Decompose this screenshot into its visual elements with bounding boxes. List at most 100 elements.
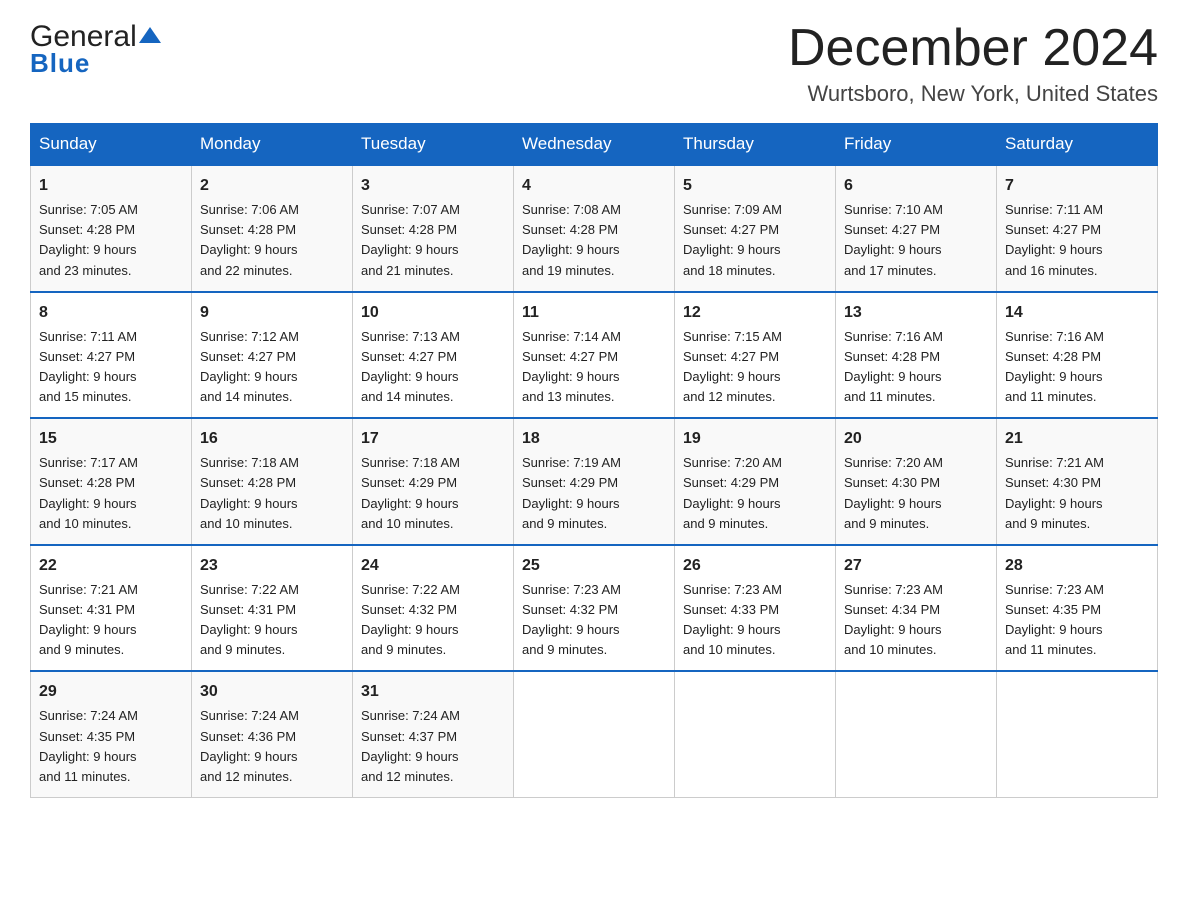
header-wednesday: Wednesday	[514, 124, 675, 166]
day-number: 18	[522, 427, 666, 451]
day-info: Sunrise: 7:23 AMSunset: 4:32 PMDaylight:…	[522, 580, 666, 661]
day-info: Sunrise: 7:22 AMSunset: 4:32 PMDaylight:…	[361, 580, 505, 661]
calendar-week-row-4: 22Sunrise: 7:21 AMSunset: 4:31 PMDayligh…	[31, 545, 1158, 672]
day-info: Sunrise: 7:09 AMSunset: 4:27 PMDaylight:…	[683, 200, 827, 281]
day-info: Sunrise: 7:24 AMSunset: 4:36 PMDaylight:…	[200, 706, 344, 787]
calendar-week-row-5: 29Sunrise: 7:24 AMSunset: 4:35 PMDayligh…	[31, 671, 1158, 797]
day-info: Sunrise: 7:24 AMSunset: 4:37 PMDaylight:…	[361, 706, 505, 787]
day-number: 14	[1005, 301, 1149, 325]
day-number: 8	[39, 301, 183, 325]
calendar-cell: 14Sunrise: 7:16 AMSunset: 4:28 PMDayligh…	[997, 292, 1158, 419]
header-thursday: Thursday	[675, 124, 836, 166]
day-info: Sunrise: 7:10 AMSunset: 4:27 PMDaylight:…	[844, 200, 988, 281]
calendar-cell: 16Sunrise: 7:18 AMSunset: 4:28 PMDayligh…	[192, 418, 353, 545]
day-info: Sunrise: 7:05 AMSunset: 4:28 PMDaylight:…	[39, 200, 183, 281]
calendar-cell	[514, 671, 675, 797]
calendar-cell: 10Sunrise: 7:13 AMSunset: 4:27 PMDayligh…	[353, 292, 514, 419]
calendar-cell: 7Sunrise: 7:11 AMSunset: 4:27 PMDaylight…	[997, 165, 1158, 292]
day-number: 13	[844, 301, 988, 325]
header-saturday: Saturday	[997, 124, 1158, 166]
calendar-cell: 27Sunrise: 7:23 AMSunset: 4:34 PMDayligh…	[836, 545, 997, 672]
calendar-cell: 29Sunrise: 7:24 AMSunset: 4:35 PMDayligh…	[31, 671, 192, 797]
month-title: December 2024	[788, 20, 1158, 77]
day-info: Sunrise: 7:23 AMSunset: 4:34 PMDaylight:…	[844, 580, 988, 661]
calendar-cell: 30Sunrise: 7:24 AMSunset: 4:36 PMDayligh…	[192, 671, 353, 797]
day-info: Sunrise: 7:16 AMSunset: 4:28 PMDaylight:…	[1005, 327, 1149, 408]
day-info: Sunrise: 7:22 AMSunset: 4:31 PMDaylight:…	[200, 580, 344, 661]
calendar-week-row-3: 15Sunrise: 7:17 AMSunset: 4:28 PMDayligh…	[31, 418, 1158, 545]
page: General Blue December 2024 Wurtsboro, Ne…	[0, 0, 1188, 828]
day-number: 30	[200, 680, 344, 704]
day-info: Sunrise: 7:23 AMSunset: 4:35 PMDaylight:…	[1005, 580, 1149, 661]
header: General Blue December 2024 Wurtsboro, Ne…	[30, 20, 1158, 107]
day-info: Sunrise: 7:21 AMSunset: 4:30 PMDaylight:…	[1005, 453, 1149, 534]
calendar-cell: 26Sunrise: 7:23 AMSunset: 4:33 PMDayligh…	[675, 545, 836, 672]
calendar-week-row-1: 1Sunrise: 7:05 AMSunset: 4:28 PMDaylight…	[31, 165, 1158, 292]
calendar-cell: 19Sunrise: 7:20 AMSunset: 4:29 PMDayligh…	[675, 418, 836, 545]
calendar-cell: 3Sunrise: 7:07 AMSunset: 4:28 PMDaylight…	[353, 165, 514, 292]
day-info: Sunrise: 7:24 AMSunset: 4:35 PMDaylight:…	[39, 706, 183, 787]
calendar-cell: 12Sunrise: 7:15 AMSunset: 4:27 PMDayligh…	[675, 292, 836, 419]
day-info: Sunrise: 7:19 AMSunset: 4:29 PMDaylight:…	[522, 453, 666, 534]
day-number: 6	[844, 174, 988, 198]
calendar-week-row-2: 8Sunrise: 7:11 AMSunset: 4:27 PMDaylight…	[31, 292, 1158, 419]
day-info: Sunrise: 7:11 AMSunset: 4:27 PMDaylight:…	[39, 327, 183, 408]
day-info: Sunrise: 7:13 AMSunset: 4:27 PMDaylight:…	[361, 327, 505, 408]
day-number: 20	[844, 427, 988, 451]
calendar-cell	[836, 671, 997, 797]
calendar-cell: 13Sunrise: 7:16 AMSunset: 4:28 PMDayligh…	[836, 292, 997, 419]
calendar-cell: 4Sunrise: 7:08 AMSunset: 4:28 PMDaylight…	[514, 165, 675, 292]
day-number: 24	[361, 554, 505, 578]
day-info: Sunrise: 7:11 AMSunset: 4:27 PMDaylight:…	[1005, 200, 1149, 281]
day-number: 7	[1005, 174, 1149, 198]
day-number: 21	[1005, 427, 1149, 451]
day-number: 2	[200, 174, 344, 198]
day-info: Sunrise: 7:23 AMSunset: 4:33 PMDaylight:…	[683, 580, 827, 661]
day-number: 9	[200, 301, 344, 325]
calendar-cell: 21Sunrise: 7:21 AMSunset: 4:30 PMDayligh…	[997, 418, 1158, 545]
day-number: 10	[361, 301, 505, 325]
header-friday: Friday	[836, 124, 997, 166]
calendar-cell	[675, 671, 836, 797]
calendar-cell: 20Sunrise: 7:20 AMSunset: 4:30 PMDayligh…	[836, 418, 997, 545]
day-number: 25	[522, 554, 666, 578]
day-info: Sunrise: 7:16 AMSunset: 4:28 PMDaylight:…	[844, 327, 988, 408]
day-info: Sunrise: 7:12 AMSunset: 4:27 PMDaylight:…	[200, 327, 344, 408]
day-number: 27	[844, 554, 988, 578]
day-number: 15	[39, 427, 183, 451]
calendar-cell: 24Sunrise: 7:22 AMSunset: 4:32 PMDayligh…	[353, 545, 514, 672]
day-number: 26	[683, 554, 827, 578]
calendar-cell	[997, 671, 1158, 797]
calendar-cell: 28Sunrise: 7:23 AMSunset: 4:35 PMDayligh…	[997, 545, 1158, 672]
day-info: Sunrise: 7:21 AMSunset: 4:31 PMDaylight:…	[39, 580, 183, 661]
day-info: Sunrise: 7:14 AMSunset: 4:27 PMDaylight:…	[522, 327, 666, 408]
calendar-cell: 6Sunrise: 7:10 AMSunset: 4:27 PMDaylight…	[836, 165, 997, 292]
calendar-cell: 17Sunrise: 7:18 AMSunset: 4:29 PMDayligh…	[353, 418, 514, 545]
day-info: Sunrise: 7:07 AMSunset: 4:28 PMDaylight:…	[361, 200, 505, 281]
logo: General Blue	[30, 20, 161, 79]
day-info: Sunrise: 7:20 AMSunset: 4:29 PMDaylight:…	[683, 453, 827, 534]
day-number: 1	[39, 174, 183, 198]
day-number: 23	[200, 554, 344, 578]
day-number: 4	[522, 174, 666, 198]
header-sunday: Sunday	[31, 124, 192, 166]
calendar-cell: 15Sunrise: 7:17 AMSunset: 4:28 PMDayligh…	[31, 418, 192, 545]
day-info: Sunrise: 7:17 AMSunset: 4:28 PMDaylight:…	[39, 453, 183, 534]
day-number: 22	[39, 554, 183, 578]
calendar-cell: 25Sunrise: 7:23 AMSunset: 4:32 PMDayligh…	[514, 545, 675, 672]
calendar-cell: 18Sunrise: 7:19 AMSunset: 4:29 PMDayligh…	[514, 418, 675, 545]
day-info: Sunrise: 7:18 AMSunset: 4:28 PMDaylight:…	[200, 453, 344, 534]
day-number: 16	[200, 427, 344, 451]
calendar-cell: 11Sunrise: 7:14 AMSunset: 4:27 PMDayligh…	[514, 292, 675, 419]
calendar-cell: 9Sunrise: 7:12 AMSunset: 4:27 PMDaylight…	[192, 292, 353, 419]
day-number: 31	[361, 680, 505, 704]
calendar-table: Sunday Monday Tuesday Wednesday Thursday…	[30, 123, 1158, 798]
calendar-cell: 2Sunrise: 7:06 AMSunset: 4:28 PMDaylight…	[192, 165, 353, 292]
header-monday: Monday	[192, 124, 353, 166]
logo-triangle-icon	[139, 25, 161, 45]
day-number: 11	[522, 301, 666, 325]
calendar-cell: 1Sunrise: 7:05 AMSunset: 4:28 PMDaylight…	[31, 165, 192, 292]
logo-blue: Blue	[30, 48, 90, 79]
day-info: Sunrise: 7:18 AMSunset: 4:29 PMDaylight:…	[361, 453, 505, 534]
day-info: Sunrise: 7:20 AMSunset: 4:30 PMDaylight:…	[844, 453, 988, 534]
